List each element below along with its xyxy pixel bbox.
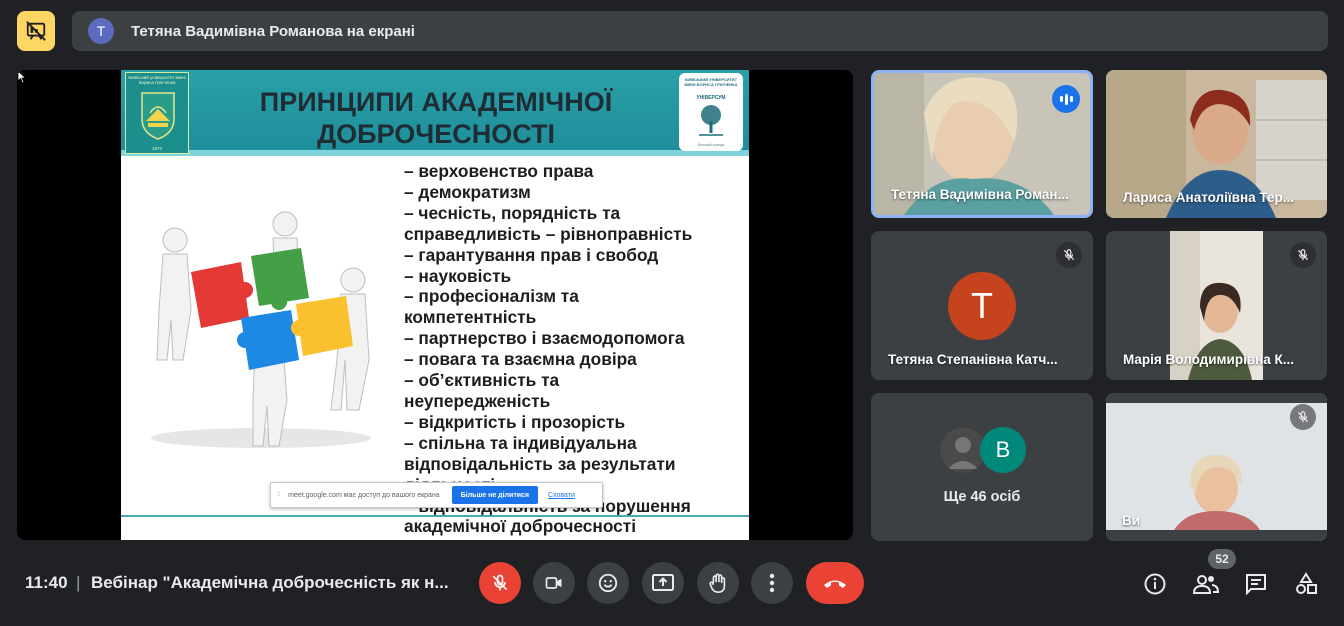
participant-avatar: B (980, 427, 1026, 473)
mic-off-icon (1056, 242, 1082, 268)
mic-off-icon (1290, 404, 1316, 430)
university-emblem-icon (141, 92, 175, 140)
mic-off-icon (1290, 242, 1316, 268)
puzzle-people-illustration (151, 211, 371, 448)
principle-item: – науковість (404, 265, 512, 286)
principle-item: академічної доброчесності (404, 516, 637, 537)
participant-tile[interactable]: Лариса Анатоліївна Тер... (1106, 70, 1327, 218)
stop-sharing-button[interactable]: Більше не ділитися (451, 486, 539, 504)
principle-item: – гарантування прав і свобод (404, 244, 659, 265)
camera-toggle-button[interactable] (533, 562, 575, 604)
meeting-details-button[interactable] (1141, 570, 1169, 598)
end-call-icon (824, 580, 846, 588)
participant-name: Тетяна Вадимівна Роман... (891, 187, 1069, 202)
participant-name: Тетяна Степанівна Катч... (888, 352, 1058, 367)
principles-list: – верховенство права – демократизм – чес… (404, 161, 744, 537)
university-logo-year: 1874 (151, 146, 162, 151)
reactions-button[interactable] (587, 562, 629, 604)
presentation-slide: Київський університет імені Бориса Грінч… (121, 70, 749, 540)
slide-title: ПРИНЦИПИ АКАДЕМІЧНОЇ ДОБРОЧЕСНОСТІ (221, 86, 651, 150)
emoji-icon (598, 573, 618, 593)
universum-logo-text: КИЇВСЬКИЙ УНІВЕРСИТЕТ ІМЕНІ БОРИСА ГРІНЧ… (684, 77, 738, 87)
principle-item: – верховенство права (404, 161, 594, 181)
principle-item: компетентність (404, 307, 537, 328)
participant-name: Ви (1122, 513, 1141, 528)
mic-off-icon (492, 574, 508, 591)
participant-tile[interactable]: T Тетяна Степанівна Катч... (871, 231, 1093, 380)
stop-presenting-button[interactable] (17, 11, 55, 51)
raise-hand-button[interactable] (697, 562, 739, 604)
universum-logo-brand: УНІВЕРСУМ (696, 95, 726, 101)
participant-name: Лариса Анатоліївна Тер... (1123, 190, 1294, 205)
principle-item: – об’єктивність та (404, 370, 560, 391)
participant-tile[interactable]: Тетяна Вадимівна Роман... (871, 70, 1093, 218)
principle-item: – чесність, порядність та (404, 202, 621, 223)
clock-time: 11:40 (25, 573, 68, 592)
more-options-button[interactable] (751, 562, 793, 604)
principle-item: справедливість – рівноправність (404, 223, 693, 244)
hide-notice-link[interactable]: Сховати (548, 492, 575, 499)
more-options-icon (769, 573, 775, 593)
university-logo: Київський університет імені Бориса Грінч… (125, 72, 189, 154)
principle-item: – відкритість і прозорість (404, 411, 626, 432)
self-view-tile[interactable]: Ви (1106, 393, 1327, 541)
mouse-cursor-icon (17, 70, 27, 84)
raise-hand-icon (709, 573, 726, 593)
universum-logo: КИЇВСЬКИЙ УНІВЕРСИТЕТ ІМЕНІ БОРИСА ГРІНЧ… (679, 73, 743, 151)
slide-footer-line (121, 515, 749, 517)
show-everyone-button[interactable] (1192, 570, 1220, 598)
universum-logo-subtitle: Фаховий коледж (697, 143, 725, 147)
tree-logo-icon (699, 105, 723, 136)
separator: | (76, 573, 81, 592)
present-now-button[interactable] (642, 562, 684, 604)
presenter-banner: T Тетяна Вадимівна Романова на екрані (72, 11, 1328, 51)
participant-count-badge: 52 (1208, 549, 1236, 569)
principle-item: – демократизм (404, 181, 531, 202)
principle-item: – спільна та індивідуальна (404, 432, 637, 453)
activities-button[interactable] (1292, 570, 1320, 598)
more-participants-tile[interactable]: B Ще 46 осіб (871, 393, 1093, 541)
principle-item: – повага та взаємна довіра (404, 349, 637, 370)
screen-share-text: meet.google.com має доступ до вашого екр… (288, 491, 440, 499)
participant-avatar: T (948, 272, 1016, 340)
presenter-avatar: T (88, 18, 114, 44)
leave-call-button[interactable] (806, 562, 864, 604)
info-icon (1144, 573, 1166, 595)
meeting-title: Вебінар "Академічна доброчесність як н..… (91, 573, 449, 592)
presenter-banner-text: Тетяна Вадимівна Романова на екрані (131, 22, 415, 40)
more-participants-label: Ще 46 осіб (943, 489, 1021, 505)
people-icon (1193, 575, 1219, 594)
university-logo-text: Київський університет імені Бориса Грінч… (128, 75, 186, 85)
participant-tile[interactable]: Марія Володимирівна К... (1106, 231, 1327, 380)
principle-item: неупередженість (404, 390, 551, 411)
principle-item: відповідальність за результати (404, 453, 676, 474)
participant-name: Марія Володимирівна К... (1123, 352, 1295, 367)
principle-item: – професіоналізм та (404, 286, 579, 307)
chat-button[interactable] (1242, 570, 1270, 598)
slide-title-line: ПРИНЦИПИ АКАДЕМІЧНОЇ (259, 87, 613, 117)
presentation-stage[interactable]: Київський університет імені Бориса Грінч… (17, 70, 853, 540)
presentation-stop-icon (26, 21, 46, 41)
slide-title-line: ДОБРОЧЕСНОСТІ (316, 119, 556, 149)
speaking-indicator-icon (1052, 85, 1080, 113)
activities-icon (1296, 572, 1317, 594)
principle-item: – партнерство і взаємодопомога (404, 328, 685, 349)
microphone-toggle-button[interactable] (479, 562, 521, 604)
present-icon (652, 574, 674, 591)
camera-icon (545, 577, 562, 589)
chat-icon (1246, 574, 1266, 596)
screen-share-notice: ⦙⦙ meet.google.com має доступ до вашого … (270, 482, 603, 508)
drag-handle-icon[interactable]: ⦙⦙ (277, 491, 280, 499)
